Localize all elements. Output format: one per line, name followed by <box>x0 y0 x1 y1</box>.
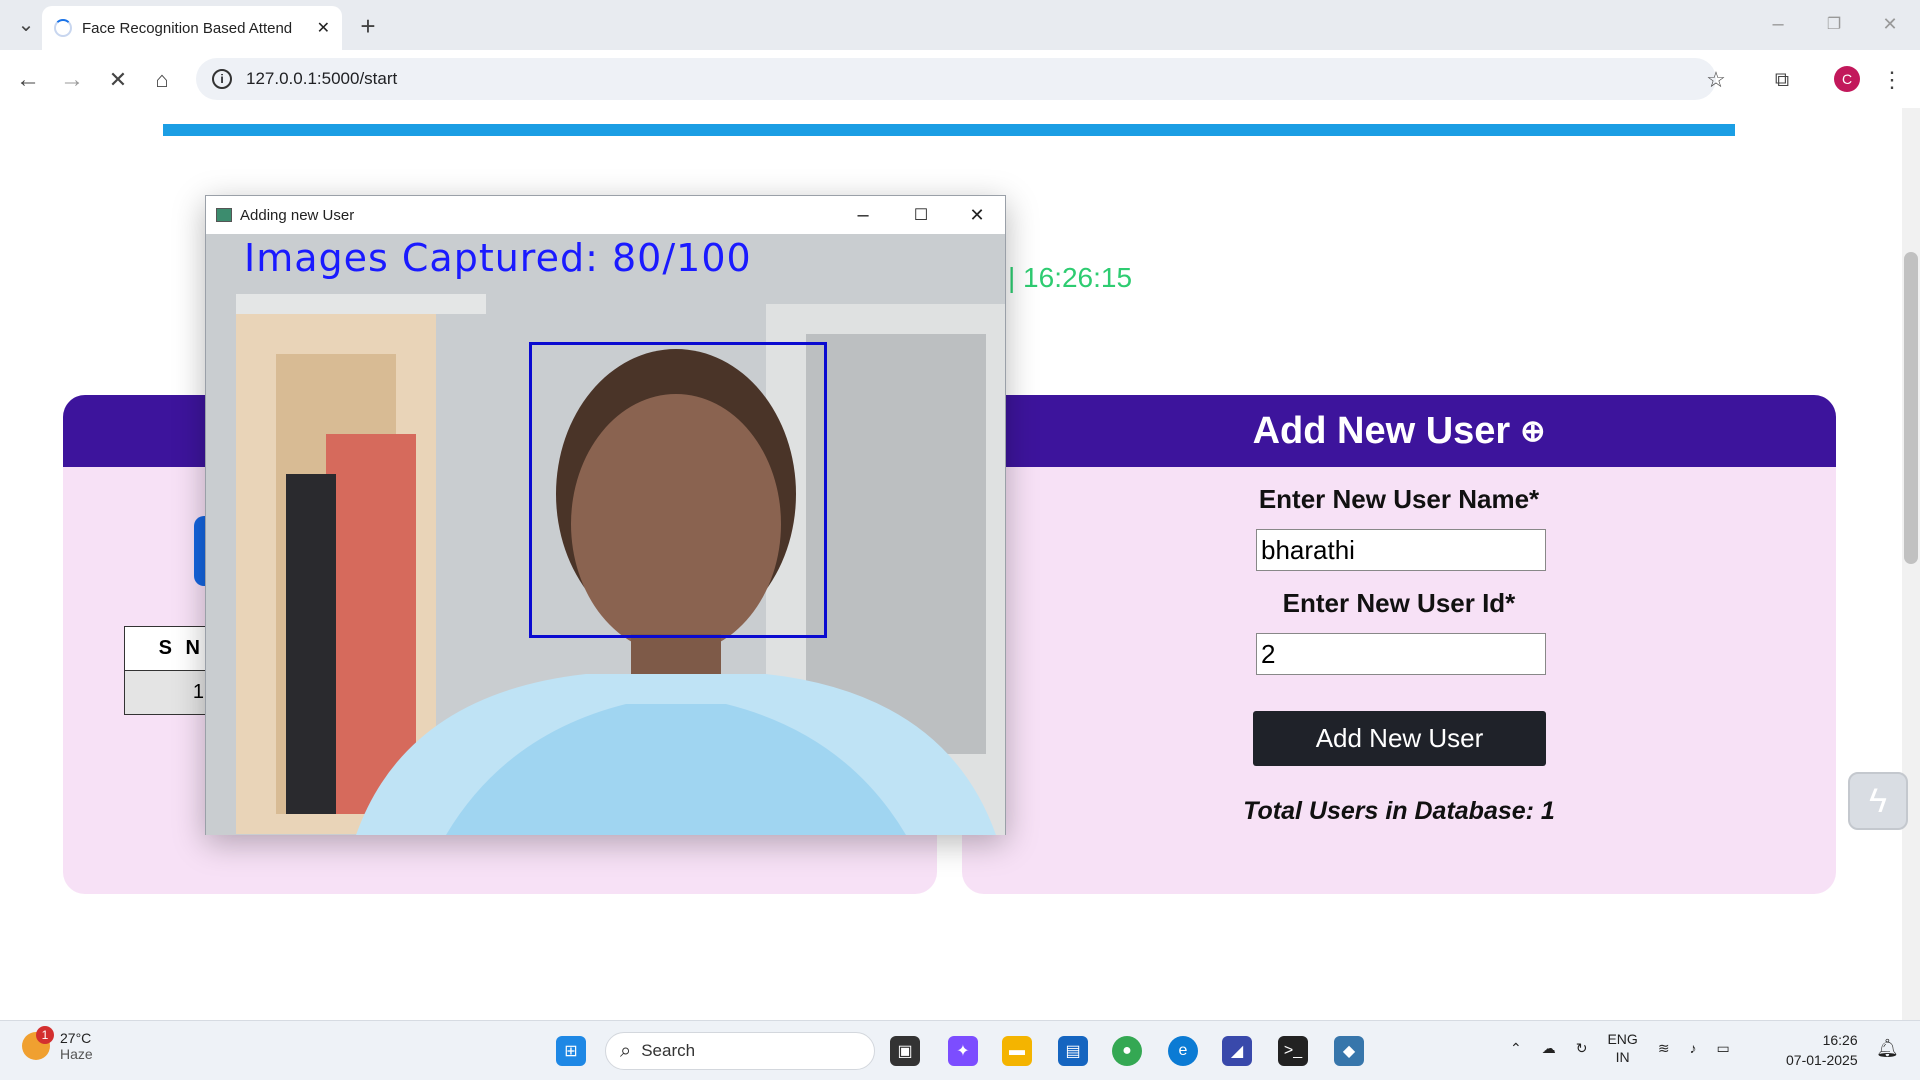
scrollbar-thumb[interactable] <box>1904 252 1918 564</box>
vscode-icon[interactable]: ◢ <box>1222 1036 1252 1066</box>
address-bar[interactable]: i 127.0.0.1:5000/start <box>196 58 1716 100</box>
battery-icon[interactable]: ▭ <box>1717 1040 1730 1057</box>
search-icon: ⌕ <box>620 1039 632 1062</box>
table-cell-sno: 1 <box>124 670 215 715</box>
images-captured-caption: Images Captured: 80/100 <box>244 236 752 280</box>
table-header-sno: S N <box>124 626 215 671</box>
capture-window-title: Adding new User <box>240 206 355 224</box>
camera-feed: Images Captured: 80/100 <box>206 234 1005 835</box>
chrome-icon[interactable]: ● <box>1112 1036 1142 1066</box>
browser-tab[interactable]: Face Recognition Based Attend ✕ <box>42 6 342 50</box>
language-code: ENG <box>1607 1031 1638 1047</box>
python-icon[interactable]: ◆ <box>1334 1036 1364 1066</box>
clock-date[interactable]: 16:26 07-01-2025 <box>1786 1030 1858 1070</box>
restore-window-icon[interactable]: ❐ <box>1818 10 1850 38</box>
stop-loading-icon[interactable]: ✕ <box>102 64 134 96</box>
capture-maximize-icon[interactable]: ☐ <box>892 196 950 234</box>
copilot-icon[interactable]: ✦ <box>948 1036 978 1066</box>
user-name-label: Enter New User Name* <box>1258 484 1540 514</box>
tab-search-chevron-icon[interactable]: ⌄ <box>12 10 40 38</box>
edge-icon[interactable]: e <box>1168 1036 1198 1066</box>
attendance-table: S N 1 <box>124 626 215 715</box>
notification-bell-icon[interactable]: 🔔︎ <box>1876 1038 1899 1059</box>
weather-desc: Haze <box>60 1046 93 1062</box>
weather-temp: 27°C <box>60 1030 92 1046</box>
user-id-label: Enter New User Id* <box>1282 588 1516 618</box>
lightning-icon: ϟ <box>1869 781 1887 820</box>
weather-sun-icon: 1 <box>22 1026 54 1060</box>
user-name-input[interactable]: bharathi <box>1256 529 1546 571</box>
menu-kebab-icon[interactable]: ⋮ <box>1878 64 1906 96</box>
task-view-icon[interactable]: ▣ <box>890 1036 920 1066</box>
search-label: Search <box>641 1041 696 1060</box>
forward-arrow-icon[interactable]: → <box>56 64 88 96</box>
add-user-panel-header: Add New User ⊕ <box>962 395 1836 467</box>
wifi-icon[interactable]: ≋ <box>1658 1040 1670 1057</box>
extensions-icon[interactable]: ⧉ <box>1766 64 1798 96</box>
page-scrollbar[interactable] <box>1902 108 1920 1020</box>
volume-icon[interactable]: ♪ <box>1690 1040 1697 1056</box>
weather-badge: 1 <box>36 1026 54 1044</box>
close-window-icon[interactable]: ✕ <box>1874 10 1906 38</box>
region-code: IN <box>1615 1049 1630 1065</box>
capture-window[interactable]: Adding new User – ☐ ✕ Images Captured: 8… <box>205 195 1006 835</box>
file-explorer-icon[interactable]: ▬ <box>1002 1036 1032 1066</box>
bookmark-star-icon[interactable]: ☆ <box>1700 64 1732 96</box>
tab-title: Face Recognition Based Attend <box>82 19 293 37</box>
minimize-window-icon[interactable]: – <box>1762 10 1794 38</box>
home-icon[interactable]: ⌂ <box>146 64 178 96</box>
capture-minimize-icon[interactable]: – <box>834 196 892 234</box>
profile-avatar[interactable]: C <box>1834 66 1860 92</box>
new-tab-button[interactable]: + <box>352 10 384 42</box>
back-arrow-icon[interactable]: ← <box>12 64 44 96</box>
taskbar-search[interactable]: ⌕ Search <box>605 1032 875 1070</box>
taskbar-date: 07-01-2025 <box>1786 1052 1858 1068</box>
onedrive-icon[interactable]: ☁ <box>1542 1040 1556 1057</box>
system-tray: ⌃ ☁ ↻ ENG IN ≋ ♪ ▭ <box>1510 1030 1730 1066</box>
taskbar-time: 16:26 <box>1822 1032 1858 1048</box>
tray-overflow-icon[interactable]: ⌃ <box>1510 1040 1522 1057</box>
face-detection-box <box>529 342 827 638</box>
add-user-circle-icon: ⊕ <box>1520 414 1546 448</box>
add-user-panel-title: Add New User <box>1252 409 1511 452</box>
terminal-icon[interactable]: >_ <box>1278 1036 1308 1066</box>
floating-lightning-button[interactable]: ϟ <box>1848 772 1908 830</box>
store-icon[interactable]: ▤ <box>1058 1036 1088 1066</box>
app-window-icon <box>216 208 232 222</box>
site-info-icon[interactable]: i <box>212 69 232 89</box>
add-new-user-button[interactable]: Add New User <box>1253 711 1546 766</box>
start-windows-icon[interactable]: ⊞ <box>556 1036 586 1066</box>
tab-close-icon[interactable]: ✕ <box>317 18 330 38</box>
user-id-input[interactable]: 2 <box>1256 633 1546 675</box>
header-accent-bar <box>163 124 1735 136</box>
loading-spinner-icon <box>54 19 72 37</box>
sync-icon[interactable]: ↻ <box>1576 1040 1588 1057</box>
clock-text: | 16:26:15 <box>1008 262 1133 293</box>
language-indicator[interactable]: ENG IN <box>1607 1030 1637 1066</box>
url-text: 127.0.0.1:5000/start <box>246 69 398 88</box>
capture-close-icon[interactable]: ✕ <box>948 196 1006 234</box>
weather-widget[interactable]: 1 27°C Haze <box>22 1026 93 1062</box>
total-users-text: Total Users in Database: 1 <box>1243 797 1555 825</box>
